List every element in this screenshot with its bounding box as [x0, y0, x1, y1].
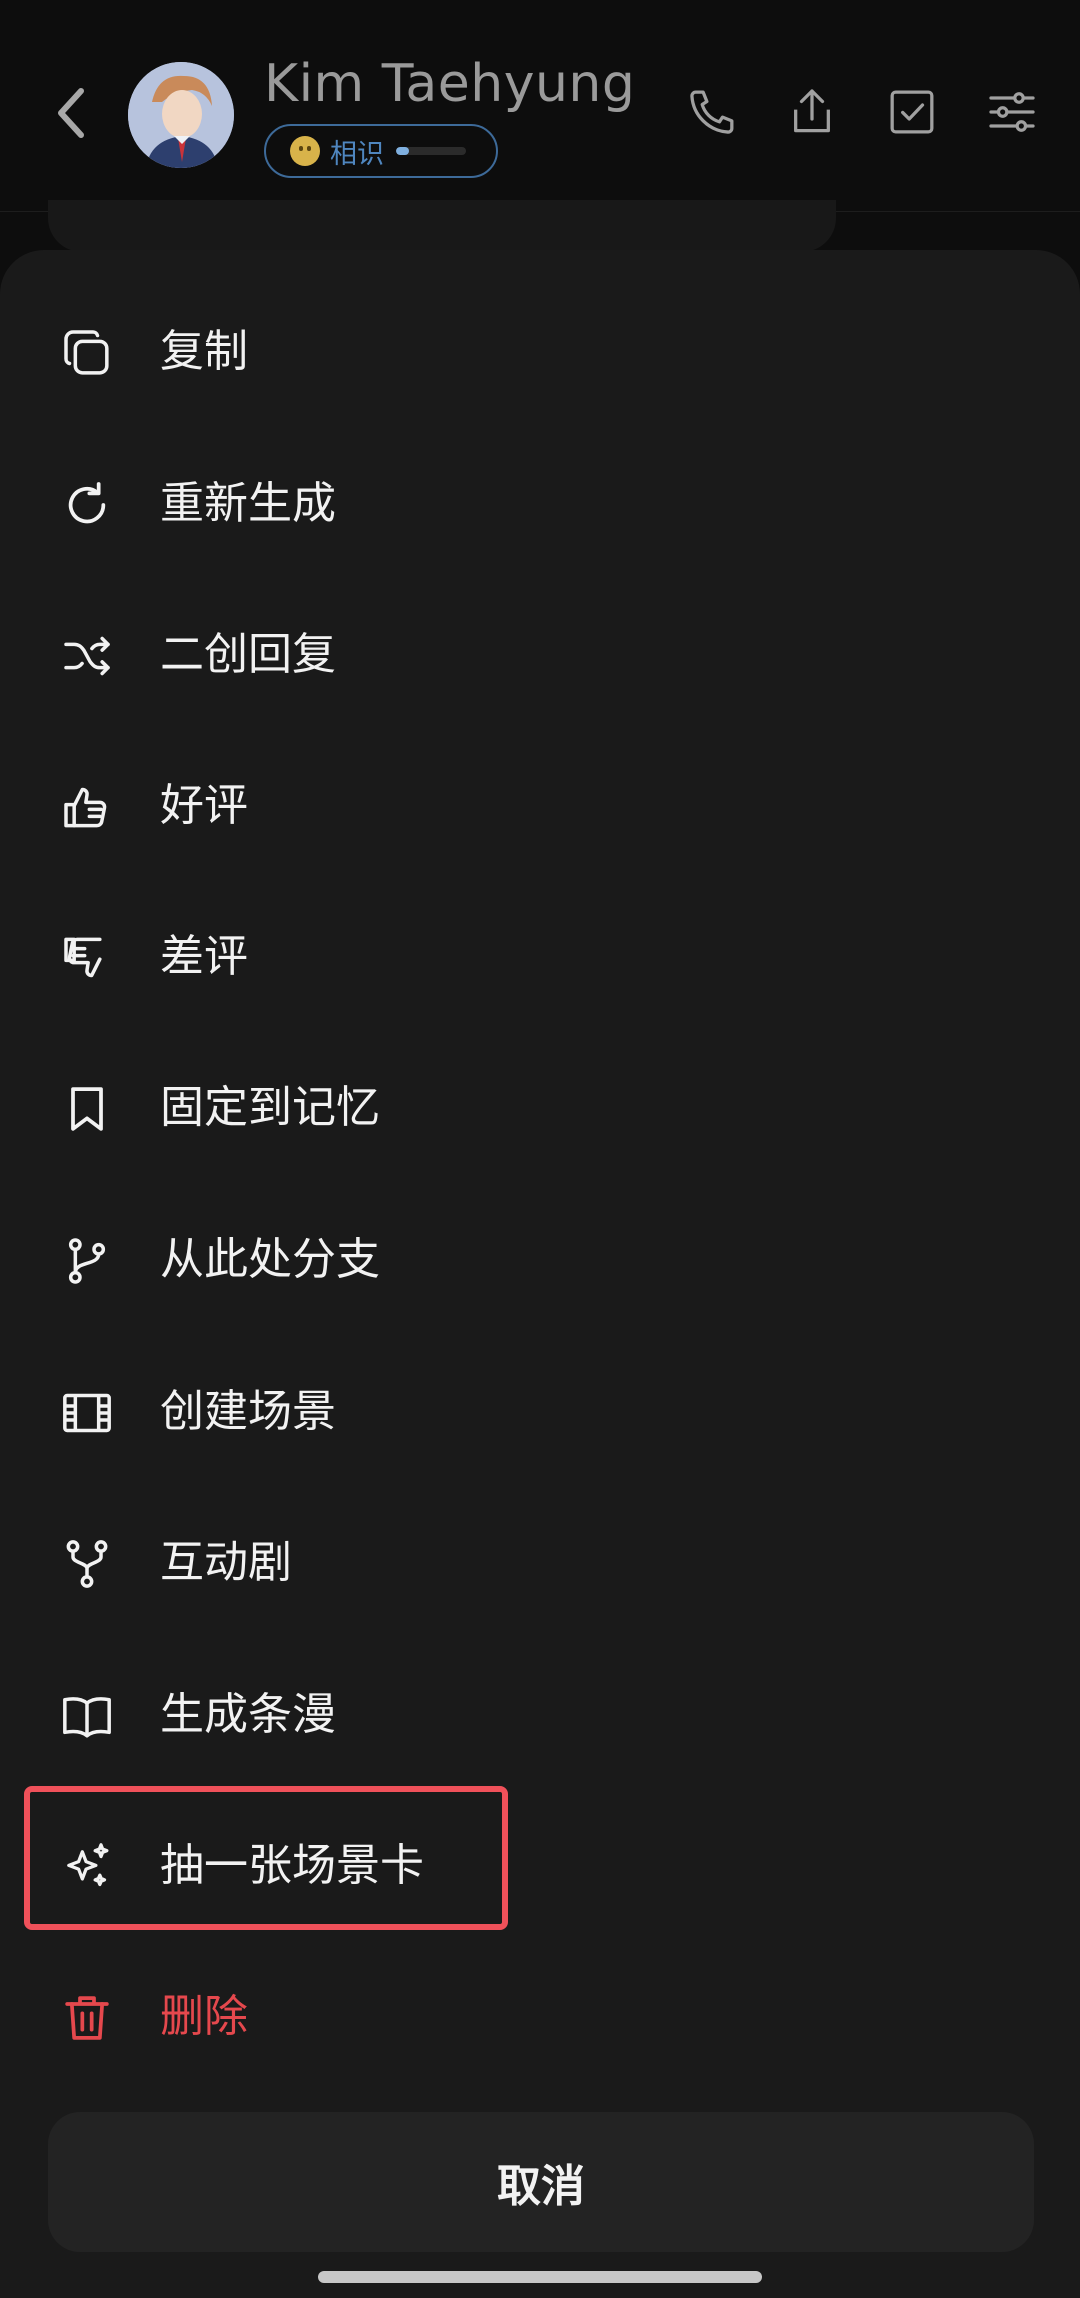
avatar[interactable] — [128, 62, 234, 168]
git-branch-icon — [58, 1232, 116, 1290]
checkbox-icon — [884, 84, 940, 140]
menu-item-regenerate[interactable]: 重新生成 — [0, 452, 1080, 552]
contact-name[interactable]: Kim Taehyung — [264, 54, 635, 114]
shuffle-icon — [58, 627, 116, 685]
menu-item-pin-to-memory[interactable]: 固定到记忆 — [0, 1056, 1080, 1156]
fork-icon — [58, 1535, 116, 1593]
menu-item-label: 从此处分支 — [160, 1234, 380, 1285]
menu-item-generate-comic[interactable]: 生成条漫 — [0, 1663, 1080, 1763]
relation-badge[interactable]: 相识 — [264, 124, 498, 178]
sliders-icon — [984, 84, 1040, 140]
menu-item-label: 二创回复 — [160, 629, 336, 680]
share-icon — [784, 84, 840, 140]
menu-item-delete[interactable]: 删除 — [0, 1965, 1080, 2065]
cancel-label: 取消 — [497, 2161, 585, 2212]
menu-item-dislike[interactable]: 差评 — [0, 905, 1080, 1005]
message-action-sheet: 复制 重新生成 二创回复 好评 差评 固定到记忆 从此处分支 创建场景 互动剧 … — [0, 250, 1080, 2298]
back-button[interactable] — [40, 78, 100, 148]
menu-item-create-scene[interactable]: 创建场景 — [0, 1360, 1080, 1460]
thumbs-down-icon — [58, 929, 116, 987]
thumbs-up-icon — [58, 778, 116, 836]
menu-item-like[interactable]: 好评 — [0, 754, 1080, 854]
chevron-left-icon — [53, 85, 87, 141]
smile-face-icon — [290, 136, 320, 166]
book-open-icon — [58, 1687, 116, 1745]
relation-progress-bar — [396, 147, 466, 155]
menu-item-label: 删除 — [160, 1991, 248, 2042]
share-button[interactable] — [780, 80, 844, 144]
menu-item-interactive-drama[interactable]: 互动剧 — [0, 1511, 1080, 1611]
chat-header: Kim Taehyung 相识 — [0, 0, 1080, 212]
highlight-annotation — [24, 1786, 508, 1930]
menu-item-branch[interactable]: 从此处分支 — [0, 1208, 1080, 1308]
menu-item-remix-reply[interactable]: 二创回复 — [0, 603, 1080, 703]
home-indicator[interactable] — [318, 2271, 762, 2283]
menu-item-label: 好评 — [160, 780, 248, 831]
phone-icon — [684, 84, 740, 140]
cancel-button[interactable]: 取消 — [48, 2112, 1034, 2252]
menu-item-label: 重新生成 — [160, 478, 336, 529]
message-bubble — [48, 200, 836, 252]
bookmark-icon — [58, 1080, 116, 1138]
menu-item-label: 互动剧 — [160, 1537, 292, 1588]
menu-item-label: 复制 — [160, 326, 248, 377]
relation-progress-fill — [396, 147, 409, 155]
menu-item-copy[interactable]: 复制 — [0, 300, 1080, 400]
menu-item-label: 差评 — [160, 931, 248, 982]
regenerate-icon — [58, 476, 116, 534]
menu-item-label: 生成条漫 — [160, 1689, 336, 1740]
copy-icon — [58, 324, 116, 382]
menu-item-label: 固定到记忆 — [160, 1082, 380, 1133]
trash-icon — [58, 1989, 116, 2047]
menu-item-label: 创建场景 — [160, 1386, 336, 1437]
settings-button[interactable] — [980, 80, 1044, 144]
film-icon — [58, 1384, 116, 1442]
relation-label: 相识 — [330, 138, 384, 170]
chat-screen: Kim Taehyung 相识 复制 重新生成 二创回复 好评 差评 固定到记忆… — [0, 0, 1080, 2298]
call-button[interactable] — [680, 80, 744, 144]
select-button[interactable] — [880, 80, 944, 144]
